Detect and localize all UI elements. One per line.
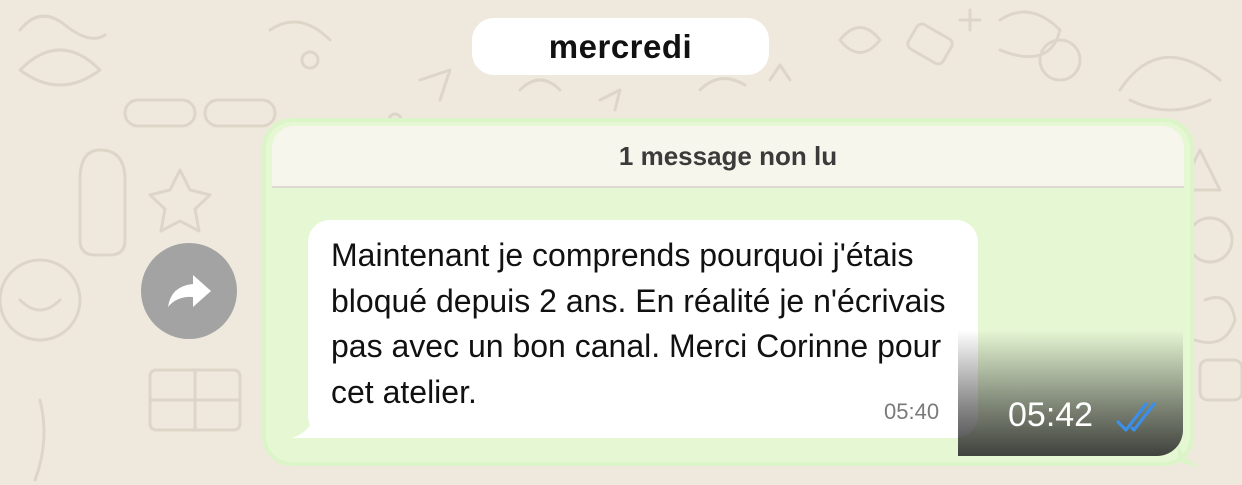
outgoing-bubble-tail	[1178, 440, 1202, 466]
message-text: Maintenant je comprends pourquoi j'étais…	[331, 237, 946, 410]
message-timestamp: 05:42	[1008, 396, 1094, 434]
double-check-icon	[1116, 402, 1156, 432]
quoted-bubble-tail	[292, 410, 328, 438]
forward-button[interactable]	[141, 243, 237, 339]
forward-arrow-icon	[168, 275, 211, 307]
timestamp-overlay-shade	[958, 330, 1183, 456]
unread-messages-banner: 1 message non lu	[272, 126, 1184, 188]
quoted-message-timestamp: 05:40	[884, 399, 940, 424]
date-separator: mercredi	[472, 18, 769, 75]
